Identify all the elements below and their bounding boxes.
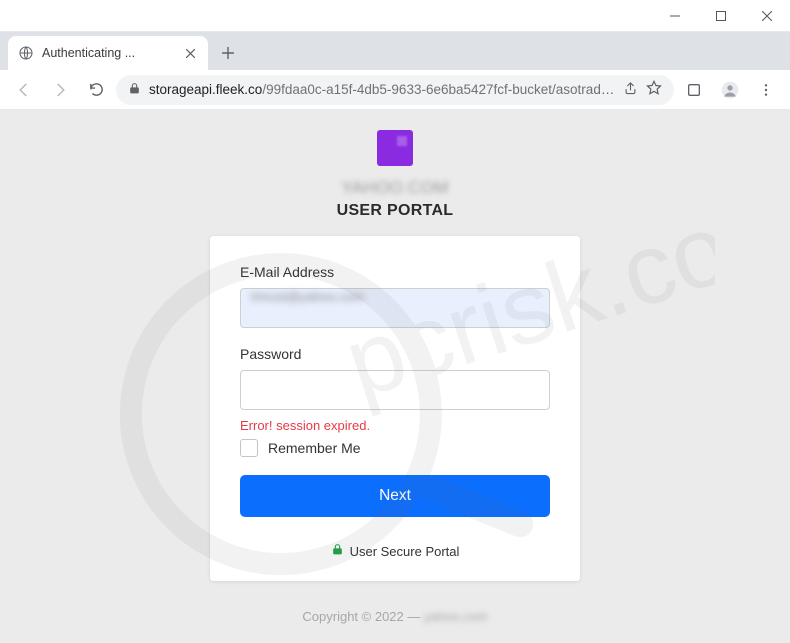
extensions-icon[interactable]	[678, 74, 710, 106]
password-label: Password	[240, 346, 550, 362]
url-text: storageapi.fleek.co/99fdaa0c-a15f-4db5-9…	[149, 82, 615, 97]
tab-strip: Authenticating ...	[0, 32, 790, 70]
reload-button[interactable]	[80, 74, 112, 106]
window-close-button[interactable]	[744, 0, 790, 32]
browser-tab[interactable]: Authenticating ...	[8, 36, 208, 70]
lock-icon	[331, 543, 344, 559]
viewport: pcrisk.com YAHOO.COM USER PORTAL E-Mail …	[0, 110, 790, 643]
tab-title: Authenticating ...	[42, 46, 174, 60]
remember-checkbox[interactable]	[240, 439, 258, 457]
remember-label: Remember Me	[268, 440, 361, 456]
back-button[interactable]	[8, 74, 40, 106]
address-bar[interactable]: storageapi.fleek.co/99fdaa0c-a15f-4db5-9…	[116, 75, 674, 105]
page-title: USER PORTAL	[337, 202, 454, 220]
menu-icon[interactable]	[750, 74, 782, 106]
new-tab-button[interactable]	[214, 39, 242, 67]
globe-icon	[18, 45, 34, 61]
footer-copyright: Copyright © 2022 — yahoo.com	[302, 609, 487, 624]
email-label: E-Mail Address	[240, 264, 550, 280]
bookmark-icon[interactable]	[646, 80, 662, 99]
lock-icon	[128, 82, 141, 98]
next-button[interactable]: Next	[240, 475, 550, 517]
secure-portal-label: User Secure Portal	[350, 544, 460, 559]
site-logo	[377, 130, 413, 166]
password-field[interactable]	[240, 370, 550, 410]
share-icon[interactable]	[623, 81, 638, 99]
window-minimize-button[interactable]	[652, 0, 698, 32]
window-maximize-button[interactable]	[698, 0, 744, 32]
forward-button[interactable]	[44, 74, 76, 106]
email-field[interactable]: tmrust@yahoo.com	[240, 288, 550, 328]
error-message: Error! session expired.	[240, 418, 550, 433]
tab-close-button[interactable]	[182, 45, 198, 61]
login-card: E-Mail Address tmrust@yahoo.com Password…	[210, 236, 580, 581]
window-titlebar	[0, 0, 790, 32]
toolbar: storageapi.fleek.co/99fdaa0c-a15f-4db5-9…	[0, 70, 790, 110]
profile-icon[interactable]	[714, 74, 746, 106]
brand-name: YAHOO.COM	[341, 178, 448, 198]
